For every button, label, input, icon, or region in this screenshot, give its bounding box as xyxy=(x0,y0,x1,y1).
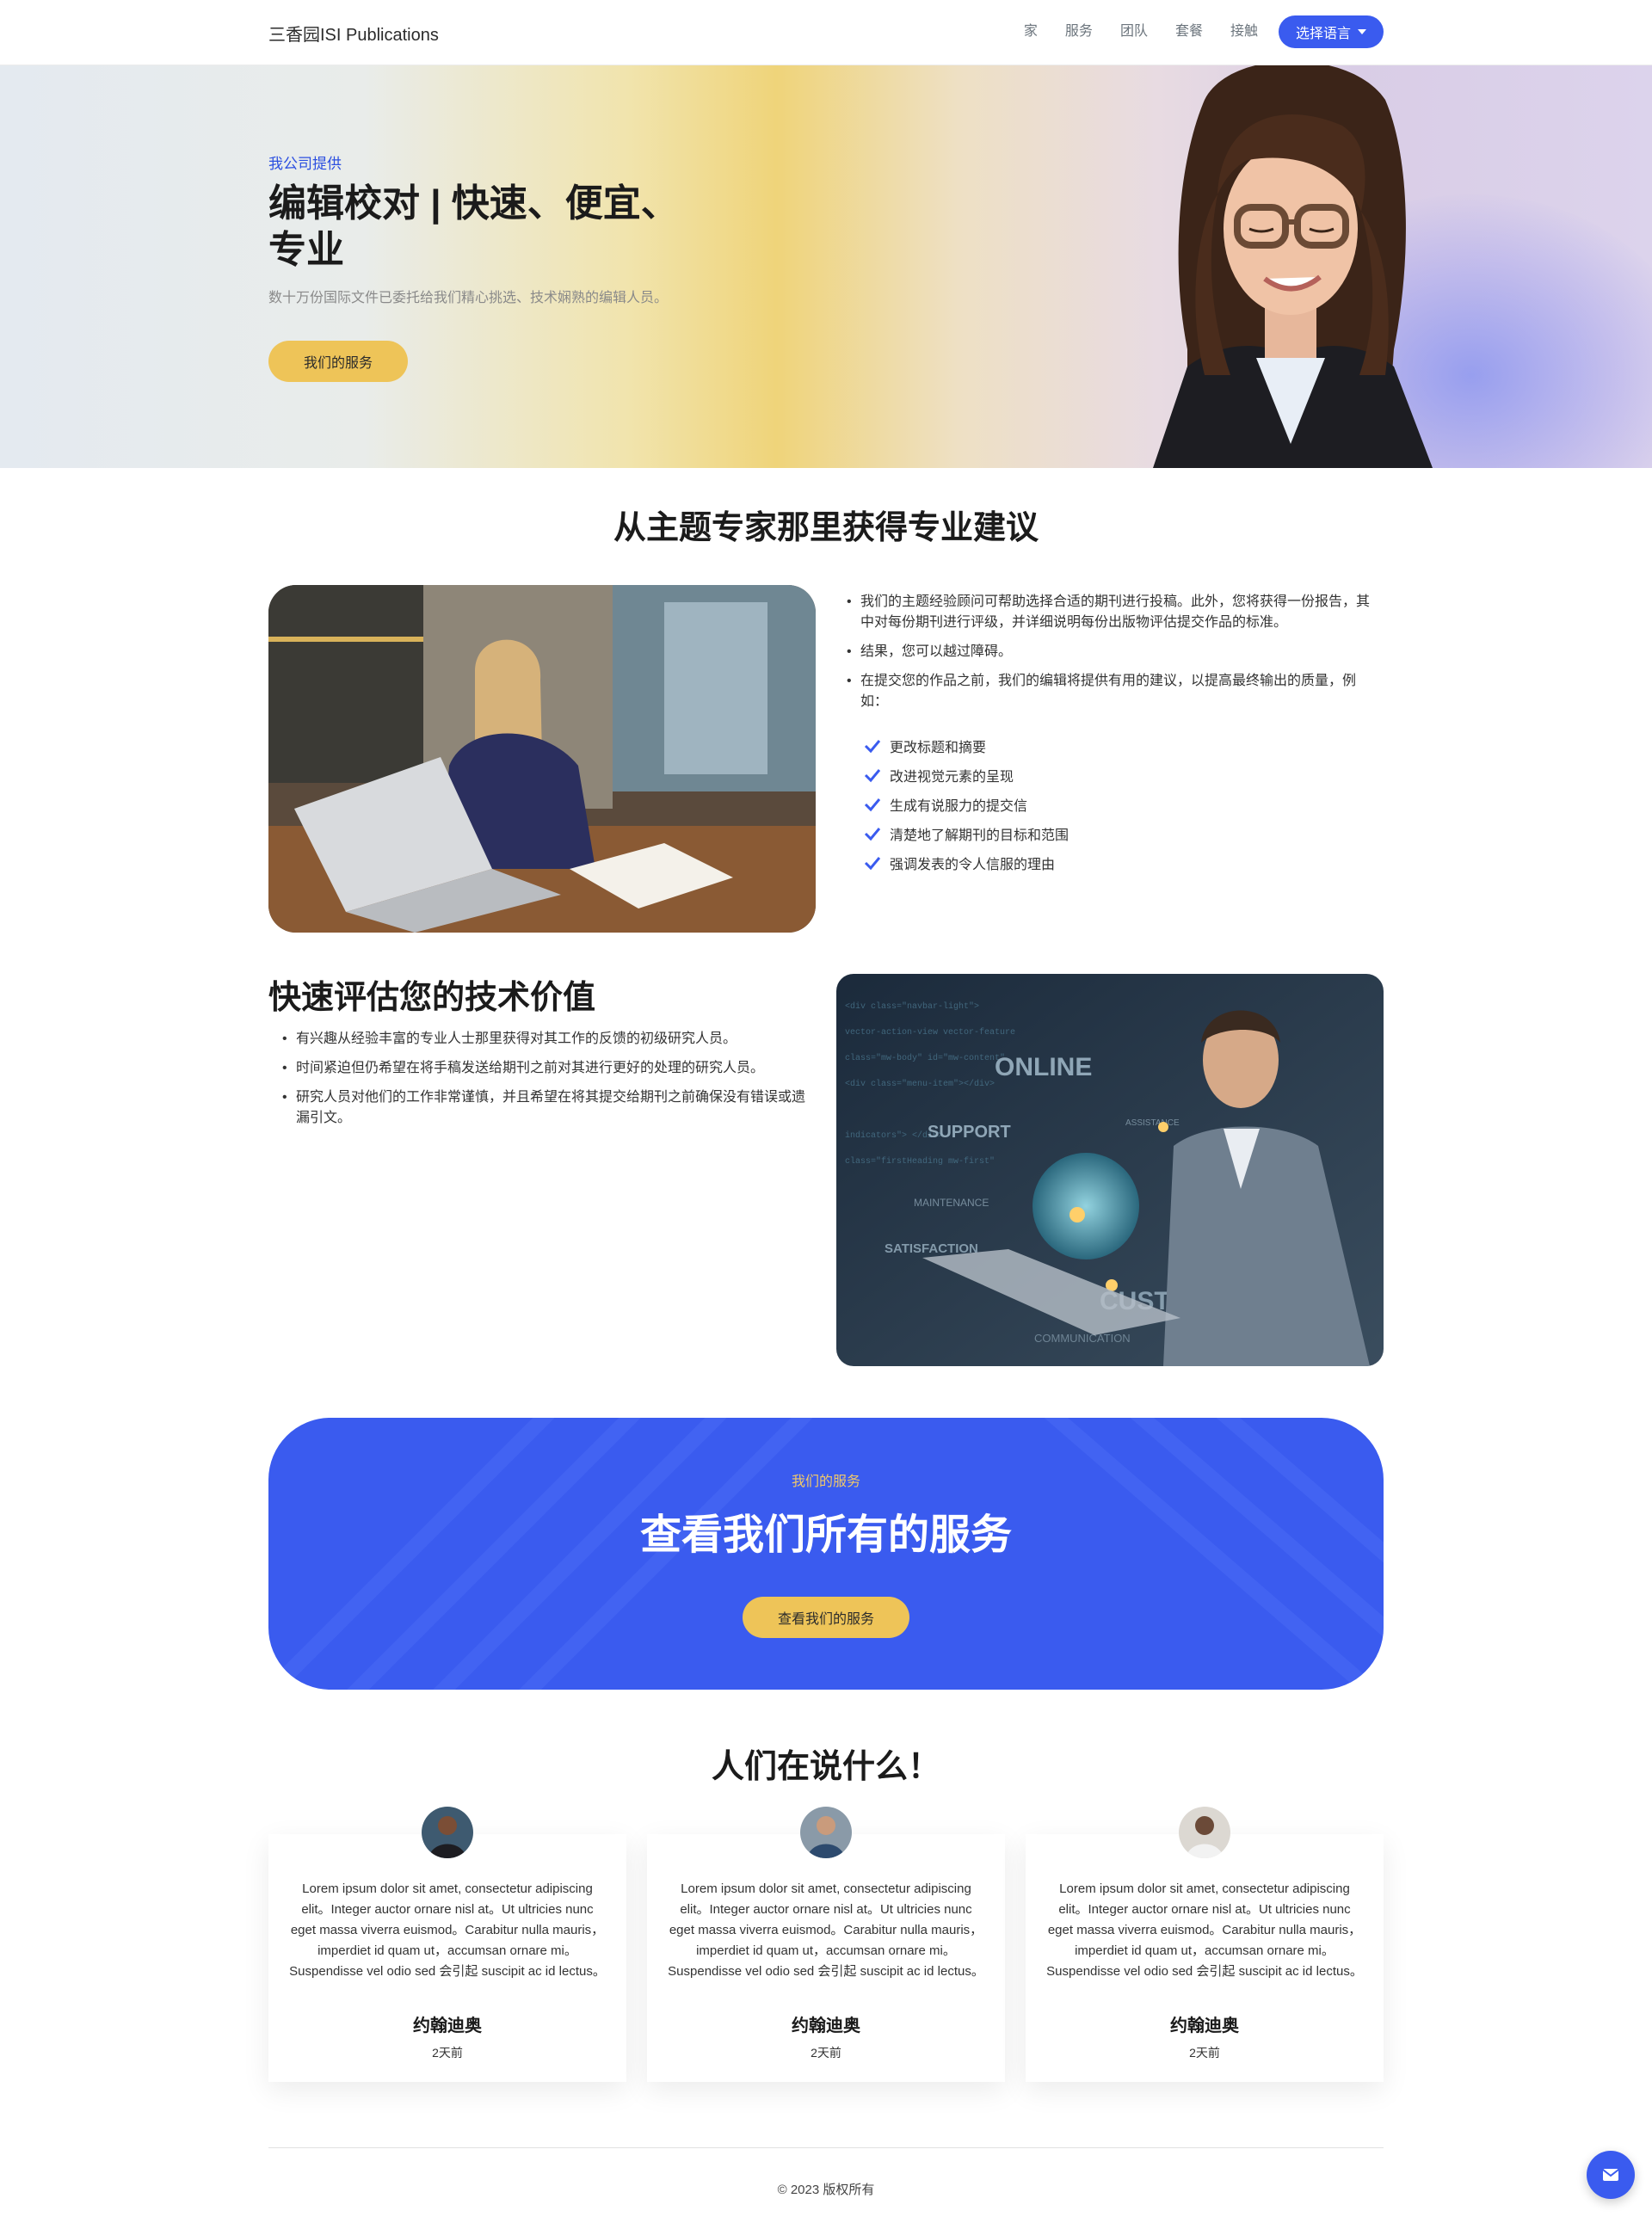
testimonial-card: Lorem ipsum dolor sit amet, consectetur … xyxy=(647,1807,1005,2082)
expert-advice-title: 从主题专家那里获得专业建议 xyxy=(613,510,1039,546)
avatar xyxy=(800,1807,852,1858)
assess-bullet-list: 有兴趣从经验丰富的专业人士那里获得对其工作的反馈的初级研究人员。 时间紧迫但仍希… xyxy=(282,1029,816,1137)
testimonial-time: 2天前 xyxy=(1189,2046,1220,2060)
check-item-label: 强调发表的令人信服的理由 xyxy=(890,858,1056,872)
hero-woman-photo xyxy=(1153,65,1433,468)
list-item: 清楚地了解期刊的目标和范围 xyxy=(864,819,1294,848)
svg-text:class="mw-body" id="mw-content: class="mw-body" id="mw-content" xyxy=(845,1053,1005,1063)
expert-bullet-list: 我们的主题经验顾问可帮助选择合适的期刊进行投稿。此外，您将获得一份报告，其中对每… xyxy=(847,592,1380,721)
image-word-online: ONLINE xyxy=(995,1053,1092,1081)
hero-kicker: 我公司提供 xyxy=(268,156,342,172)
testimonial-text: Lorem ipsum dolor sit amet, consectetur … xyxy=(668,1881,984,1979)
testimonial-author: 约翰迪奥 xyxy=(1170,2017,1239,2035)
testimonial-author: 约翰迪奥 xyxy=(792,2017,860,2035)
nav-item-services[interactable]: 服务 xyxy=(1065,15,1093,48)
avatar xyxy=(422,1807,473,1858)
check-icon xyxy=(864,769,881,783)
testimonial-card: Lorem ipsum dolor sit amet, consectetur … xyxy=(268,1807,626,2082)
testimonial-text: Lorem ipsum dolor sit amet, consectetur … xyxy=(289,1881,606,1979)
list-item: 我们的主题经验顾问可帮助选择合适的期刊进行投稿。此外，您将获得一份报告，其中对每… xyxy=(847,592,1380,633)
check-item-label: 改进视觉元素的呈现 xyxy=(890,770,1014,785)
testimonial-text: Lorem ipsum dolor sit amet, consectetur … xyxy=(1046,1881,1363,1979)
check-item-label: 清楚地了解期刊的目标和范围 xyxy=(890,828,1069,843)
envelope-icon xyxy=(1603,2169,1618,2181)
check-item-label: 生成有说服力的提交信 xyxy=(890,799,1028,814)
nav-item-contact[interactable]: 接触 xyxy=(1230,15,1258,48)
woman-laptop-photo xyxy=(268,585,816,933)
top-navbar: 三香园ISI Publications 家 服务 团队 套餐 接触 选择语言 xyxy=(0,0,1652,65)
check-icon xyxy=(864,798,881,812)
nav-item-packages[interactable]: 套餐 xyxy=(1175,15,1203,48)
services-cta-banner: 我们的服务 查看我们所有的服务 查看我们的服务 xyxy=(268,1418,1384,1690)
list-item: 时间紧迫但仍希望在将手稿发送给期刊之前对其进行更好的处理的研究人员。 xyxy=(282,1058,816,1079)
footer-divider xyxy=(268,2147,1384,2148)
brand-logo[interactable]: 三香园ISI Publications xyxy=(268,21,439,46)
chat-button[interactable] xyxy=(1587,2151,1635,2199)
expert-check-list: 更改标题和摘要 改进视觉元素的呈现 生成有说服力的提交信 清楚地了解期刊的目标和… xyxy=(864,731,1294,878)
svg-text:<div class="navbar-light">: <div class="navbar-light"> xyxy=(845,1001,979,1012)
hero-title: 编辑校对 | 快速、便宜、专业 xyxy=(268,182,679,271)
avatar xyxy=(1179,1807,1230,1858)
nav-item-home[interactable]: 家 xyxy=(1024,15,1038,48)
testimonial-time: 2天前 xyxy=(432,2046,463,2060)
testimonial-card: Lorem ipsum dolor sit amet, consectetur … xyxy=(1026,1807,1384,2082)
check-icon xyxy=(864,740,881,754)
testimonial-time: 2天前 xyxy=(811,2046,841,2060)
check-icon xyxy=(864,828,881,841)
list-item: 研究人员对他们的工作非常谨慎，并且希望在将其提交给期刊之前确保没有错误或遗漏引文… xyxy=(282,1087,816,1129)
list-item: 生成有说服力的提交信 xyxy=(864,790,1294,819)
language-select-button[interactable]: 选择语言 xyxy=(1278,15,1384,48)
image-word-assistance: ASSISTANCE xyxy=(1125,1118,1180,1128)
list-item: 结果，您可以越过障碍。 xyxy=(847,642,1380,662)
list-item: 强调发表的令人信服的理由 xyxy=(864,848,1294,878)
language-button-label: 选择语言 xyxy=(1295,27,1351,41)
chevron-down-icon xyxy=(1358,29,1366,34)
our-services-button[interactable]: 我们的服务 xyxy=(268,341,408,382)
image-word-maintenance: MAINTENANCE xyxy=(914,1197,989,1209)
nav-menu: 家 服务 团队 套餐 接触 选择语言 xyxy=(996,15,1384,48)
check-icon xyxy=(864,857,881,871)
testimonial-author: 约翰迪奥 xyxy=(413,2017,482,2035)
image-word-support: SUPPORT xyxy=(928,1123,1011,1142)
svg-text:<div class="menu-item"></div>: <div class="menu-item"></div> xyxy=(845,1079,995,1089)
footer-copyright: © 2023 版权所有 xyxy=(777,2183,875,2197)
svg-text:vector-action-view vector-feat: vector-action-view vector-feature xyxy=(845,1027,1015,1038)
assess-title: 快速评估您的技术价值 xyxy=(268,980,596,1016)
tech-man-photo: <div class="navbar-light"> vector-action… xyxy=(836,974,1384,1366)
cta-kicker: 我们的服务 xyxy=(791,1475,860,1489)
cta-title: 查看我们所有的服务 xyxy=(639,1512,1012,1558)
hero-subtitle: 数十万份国际文件已委托给我们精心挑选、技术娴熟的编辑人员。 xyxy=(268,291,669,305)
testimonials-title: 人们在说什么！ xyxy=(711,1749,940,1785)
list-item: 更改标题和摘要 xyxy=(864,731,1294,761)
hero-section: 我公司提供 编辑校对 | 快速、便宜、专业 数十万份国际文件已委托给我们精心挑选… xyxy=(0,65,1652,468)
svg-text:class="firstHeading mw-first": class="firstHeading mw-first" xyxy=(845,1156,995,1167)
list-item: 有兴趣从经验丰富的专业人士那里获得对其工作的反馈的初级研究人员。 xyxy=(282,1029,816,1050)
check-item-label: 更改标题和摘要 xyxy=(890,741,987,755)
list-item: 改进视觉元素的呈现 xyxy=(864,761,1294,790)
nav-item-team[interactable]: 团队 xyxy=(1120,15,1148,48)
list-item: 在提交您的作品之前，我们的编辑将提供有用的建议，以提高最终输出的质量，例如： xyxy=(847,671,1380,712)
view-services-button[interactable]: 查看我们的服务 xyxy=(743,1597,909,1638)
image-word-communication: COMMUNICATION xyxy=(1034,1332,1131,1345)
